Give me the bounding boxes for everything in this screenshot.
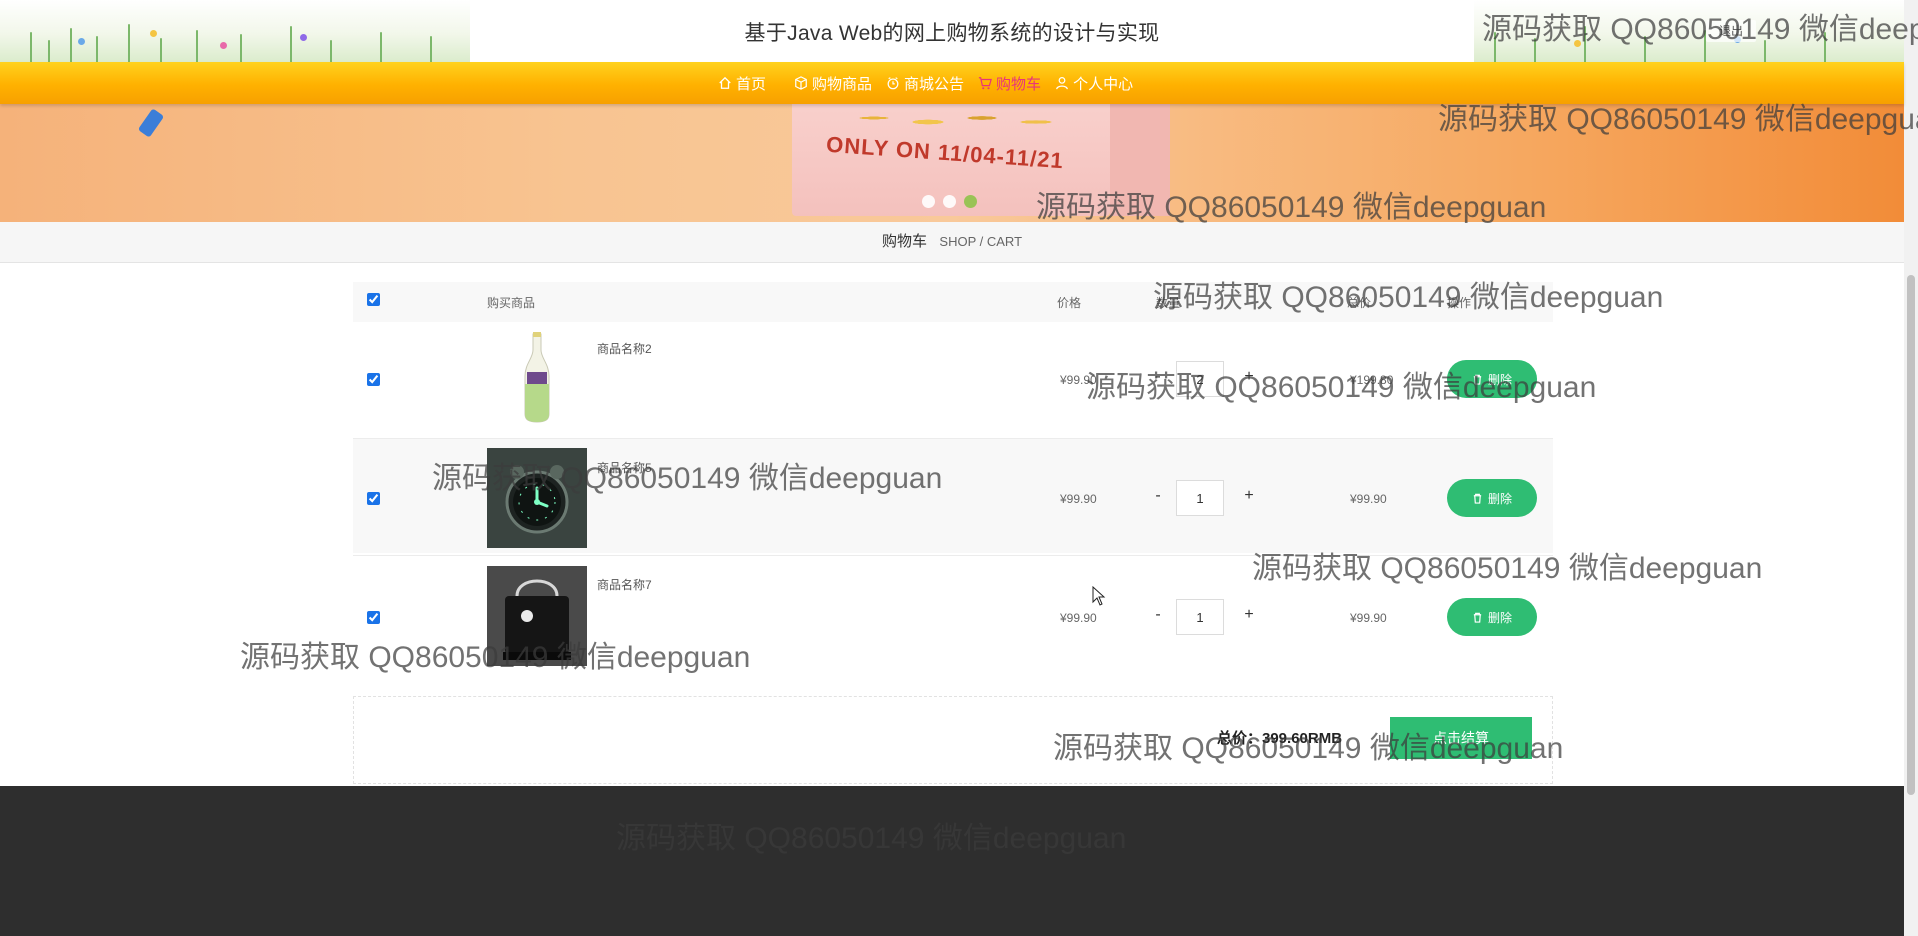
delete-button[interactable]: 删除 [1447,598,1537,636]
quantity-input[interactable] [1176,361,1224,397]
product-image-handbag[interactable] [487,566,587,666]
select-all-checkbox[interactable] [367,293,380,306]
row-total: ¥99.90 [1350,492,1387,506]
trash-icon [1473,374,1482,385]
product-price: ¥99.90 [1060,611,1097,625]
nav-item-cart[interactable]: 购物车 [978,73,1041,94]
carousel-dot[interactable] [922,195,935,208]
nav-item-home[interactable]: 首页 [718,73,766,94]
site-footer [0,786,1904,936]
carousel-dot-active[interactable] [964,195,977,208]
carousel-dot[interactable] [943,195,956,208]
user-icon [1056,76,1068,90]
quantity-increase-button[interactable]: + [1241,368,1257,386]
nav-item-profile[interactable]: 个人中心 [1055,73,1133,94]
home-icon [719,76,731,89]
nav-item-products[interactable]: 购物商品 [794,73,872,94]
product-name[interactable]: 商品名称2 [597,340,652,357]
cart-icon [978,77,992,90]
cart-row: 商品名称5 ¥99.90 - + ¥99.90 删除 [353,439,1553,553]
quantity-increase-button[interactable]: + [1241,487,1257,505]
nav-item-label: 购物车 [996,75,1042,93]
trash-icon [1473,612,1482,623]
banner-coins [820,104,1090,138]
nav-item-label: 个人中心 [1073,75,1134,93]
nav-item-announcements[interactable]: 商城公告 [886,73,964,94]
banner-gift-box-side [1110,104,1170,216]
column-header-product: 购买商品 [487,296,536,310]
quantity-decrease-button[interactable]: - [1150,487,1166,505]
cart-row: 商品名称7 ¥99.90 - + ¥99.90 删除 [353,556,1553,670]
delete-button-label: 删除 [1487,610,1512,625]
breadcrumb: 购物车 SHOP / CART [0,222,1904,263]
delete-button-label: 删除 [1487,491,1512,506]
carousel-dots [922,195,977,208]
scrollbar-thumb[interactable] [1907,275,1915,795]
quantity-input[interactable] [1176,480,1224,516]
clock-icon [887,77,899,90]
row-checkbox[interactable] [367,373,380,386]
cart-table-header: 购买商品 价格 数量 总价 操作 [353,282,1553,322]
delete-button[interactable]: 删除 [1447,360,1537,398]
cart-total-label: 总价：399.60RMB [1217,730,1343,747]
mouse-cursor-icon [1092,586,1106,606]
cart-summary: 总价：399.60RMB 点击结算 [353,696,1553,784]
column-header-price: 价格 [1057,296,1082,310]
nav-items: 首页 购物商品 商城公告 购物车 个人中心 [718,62,1133,104]
row-total: ¥99.90 [1350,611,1387,625]
delete-button[interactable]: 删除 [1447,479,1537,517]
quantity-decrease-button[interactable]: - [1150,606,1166,624]
main-nav: 首页 购物商品 商城公告 购物车 个人中心 [0,62,1904,104]
product-price: ¥99.90 [1060,492,1097,506]
quantity-decrease-button[interactable]: - [1150,368,1166,386]
cart-row: 商品名称2 ¥99.90 - + ¥199.80 删除 [353,322,1553,436]
box-icon [795,76,807,90]
product-image-alarm-clock[interactable] [487,448,587,548]
quantity-increase-button[interactable]: + [1241,606,1257,624]
column-header-quantity: 数量 [1156,296,1181,310]
confetti-decoration [137,108,165,138]
nav-item-label: 商城公告 [904,75,965,93]
site-title: 基于Java Web的网上购物系统的设计与实现 [744,22,1160,45]
trash-icon [1473,493,1482,504]
breadcrumb-title: 购物车 [881,233,927,250]
product-image-drink[interactable] [487,328,587,428]
row-total: ¥199.80 [1350,373,1394,387]
product-name[interactable]: 商品名称5 [597,459,652,476]
nav-item-label: 购物商品 [812,75,873,93]
row-checkbox[interactable] [367,492,380,505]
product-name[interactable]: 商品名称7 [597,576,652,593]
column-header-action: 操作 [1447,296,1472,310]
delete-button-label: 删除 [1487,372,1512,387]
quantity-input[interactable] [1176,599,1224,635]
logout-button[interactable]: 退出 [1706,20,1756,42]
column-header-total: 总价 [1347,296,1372,310]
product-price: ¥99.90 [1060,373,1097,387]
row-checkbox[interactable] [367,611,380,624]
site-header: 基于Java Web的网上购物系统的设计与实现 退出 [0,0,1904,62]
breadcrumb-subtitle: SHOP / CART [939,234,1023,249]
nav-item-label: 首页 [736,75,767,93]
checkout-button[interactable]: 点击结算 [1390,717,1532,759]
